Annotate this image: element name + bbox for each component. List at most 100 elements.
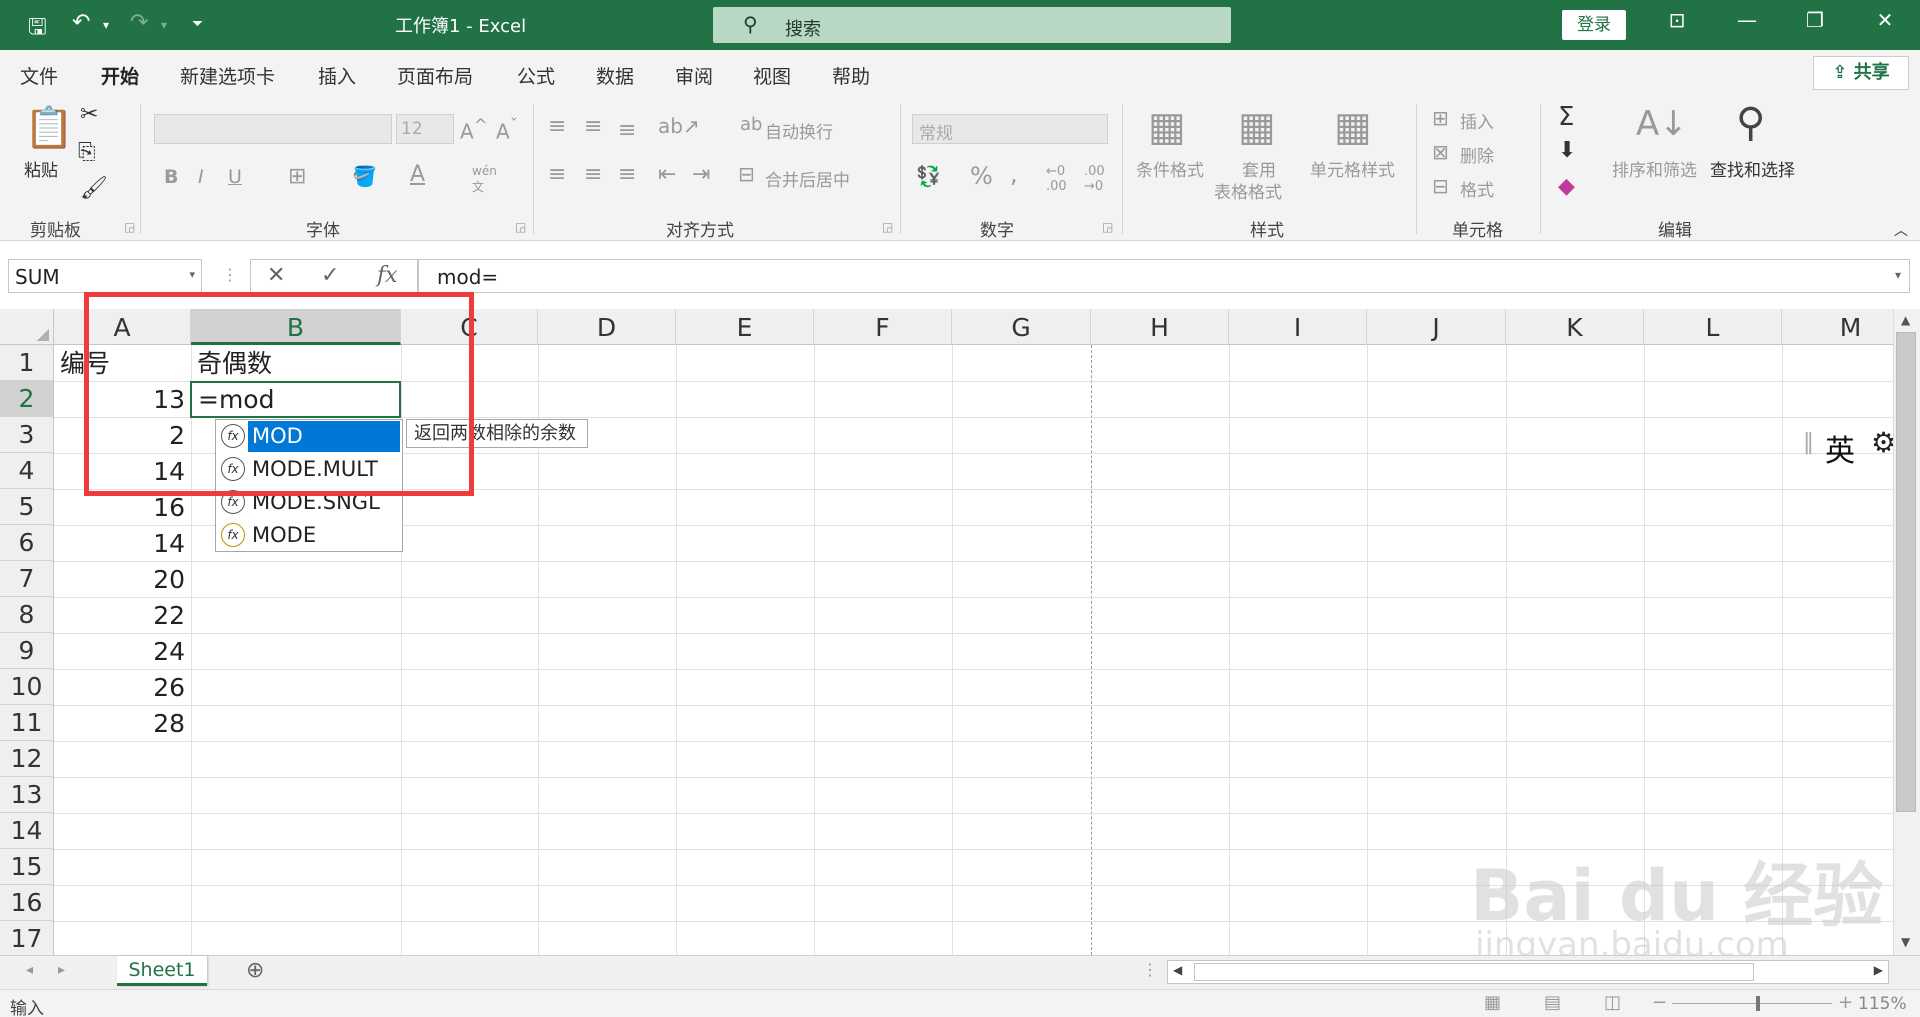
zoom-slider-thumb[interactable] [1756,996,1760,1011]
minimize-icon[interactable]: — [1732,8,1762,32]
format-painter-icon[interactable]: 🖌 [80,176,108,201]
row-header[interactable]: 15 [0,849,54,885]
horizontal-scroll-thumb[interactable] [1194,963,1754,981]
delete-cells-icon[interactable]: ⊠ [1432,140,1449,164]
font-name-box[interactable] [154,114,392,144]
column-header-e[interactable]: E [676,309,814,345]
row-header[interactable]: 16 [0,885,54,921]
add-sheet-icon[interactable]: ⊕ [246,958,264,983]
collapse-ribbon-icon[interactable]: ︿ [1894,220,1908,240]
italic-icon[interactable]: I [198,166,204,188]
login-button[interactable]: 登录 [1562,10,1626,40]
sheet-tab-sheet1[interactable]: Sheet1 [117,956,207,986]
paste-icon[interactable]: 📋 [24,104,74,151]
cell-a7[interactable]: 20 [54,561,191,597]
font-size-box[interactable]: 12 [396,114,454,144]
insert-cells-label[interactable]: 插入 [1460,108,1494,133]
font-color-icon[interactable]: A [410,162,425,187]
wrap-text-icon[interactable]: ab [740,114,762,135]
number-launcher-icon[interactable]: ◲ [1102,220,1113,234]
phonetic-icon[interactable]: wén 文 [472,164,497,195]
tab-page-layout[interactable]: 页面布局 [397,62,473,89]
row-header[interactable]: 14 [0,813,54,849]
align-bottom-icon[interactable]: ≡ [618,118,636,143]
column-header-d[interactable]: D [538,309,676,345]
column-header-k[interactable]: K [1506,309,1644,345]
table-format-label-2[interactable]: 表格格式 [1214,178,1282,203]
name-box-dropdown-icon[interactable]: ▾ [189,268,195,281]
copy-icon[interactable]: ⎘ [78,140,96,165]
align-left-icon[interactable]: ≡ [548,162,566,187]
redo-dropdown-icon[interactable]: ▾ [161,18,167,32]
autocomplete-item-mode[interactable]: fx MODE [218,520,400,551]
clipboard-launcher-icon[interactable]: ◲ [124,220,135,234]
fill-color-icon[interactable]: 🪣 [352,164,377,188]
paste-label[interactable]: 粘贴 [24,156,58,181]
page-layout-view-icon[interactable]: ▤ [1544,992,1561,1013]
share-button[interactable]: ⇪ 共享 [1813,56,1909,90]
undo-icon[interactable]: ↶ [72,10,90,35]
orientation-icon[interactable]: ab↗ [658,114,700,138]
wrap-text-label[interactable]: 自动换行 [765,118,833,143]
zoom-level[interactable]: 115% [1858,994,1907,1014]
cut-icon[interactable]: ✂ [80,102,98,127]
autosum-icon[interactable]: Σ [1558,102,1574,132]
align-center-icon[interactable]: ≡ [584,162,602,187]
save-icon[interactable]: 🖫 [28,10,47,48]
cell-styles-label[interactable]: 单元格样式 [1310,156,1395,181]
row-header[interactable]: 17 [0,921,54,955]
tab-help[interactable]: 帮助 [832,62,870,89]
scroll-up-icon[interactable]: ▲ [1901,313,1910,327]
zoom-slider[interactable] [1672,1003,1832,1004]
tab-home[interactable]: 开始 [101,62,140,99]
tab-view[interactable]: 视图 [753,62,791,89]
align-middle-icon[interactable]: ≡ [584,114,602,139]
align-top-icon[interactable]: ≡ [548,114,566,139]
redo-icon[interactable]: ↷ [130,10,148,35]
tab-file[interactable]: 文件 [20,62,58,89]
select-all-corner[interactable]: ◢ [0,309,54,345]
column-header-i[interactable]: I [1229,309,1367,345]
row-header[interactable]: 4 [0,453,54,489]
undo-dropdown-icon[interactable]: ▾ [103,18,109,32]
shrink-font-icon[interactable]: Aˇ [496,116,518,144]
expand-formula-icon[interactable]: ▾ [1895,268,1901,282]
percent-icon[interactable]: % [970,162,993,190]
row-header[interactable]: 1 [0,345,54,381]
column-header-g[interactable]: G [952,309,1091,345]
font-launcher-icon[interactable]: ◲ [515,220,526,234]
row-header[interactable]: 3 [0,417,54,453]
sort-filter-icon[interactable]: A↓ [1636,104,1688,144]
vertical-scroll-thumb[interactable] [1896,332,1916,812]
table-format-icon[interactable]: ▦ [1238,104,1276,150]
align-right-icon[interactable]: ≡ [618,162,636,187]
accounting-format-icon[interactable]: 💱 [916,164,941,188]
increase-indent-icon[interactable]: ⇥ [692,162,710,187]
insert-cells-icon[interactable]: ⊞ [1432,106,1449,130]
underline-icon[interactable]: U [228,166,242,188]
conditional-format-icon[interactable]: ▦ [1148,104,1186,150]
delete-cells-label[interactable]: 删除 [1460,142,1494,167]
column-header-m[interactable]: M [1782,309,1893,345]
insert-function-icon[interactable]: fx [377,263,398,288]
decrease-decimal-icon[interactable]: .00 →0 [1084,164,1105,194]
formula-input[interactable]: mod= ▾ [418,259,1910,293]
scroll-down-icon[interactable]: ▼ [1901,935,1910,949]
cell-styles-icon[interactable]: ▦ [1334,104,1372,150]
column-header-h[interactable]: H [1091,309,1229,345]
tab-split-icon[interactable]: ⋮ [1142,960,1158,979]
merge-center-label[interactable]: 合并后居中 [765,166,850,191]
row-header[interactable]: 7 [0,561,54,597]
scroll-left-icon[interactable]: ◀ [1173,963,1182,977]
bold-icon[interactable]: B [164,166,178,188]
ribbon-display-options-icon[interactable]: ⊡ [1662,8,1692,32]
scroll-right-icon[interactable]: ▶ [1874,963,1883,977]
zoom-out-icon[interactable]: − [1652,992,1667,1013]
format-cells-label[interactable]: 格式 [1460,176,1494,201]
column-header-l[interactable]: L [1644,309,1782,345]
ime-language[interactable]: 英 [1825,426,1855,470]
row-header[interactable]: 11 [0,705,54,741]
cell-a8[interactable]: 22 [54,597,191,633]
conditional-format-label[interactable]: 条件格式 [1136,156,1204,181]
comma-icon[interactable]: , [1010,160,1018,188]
